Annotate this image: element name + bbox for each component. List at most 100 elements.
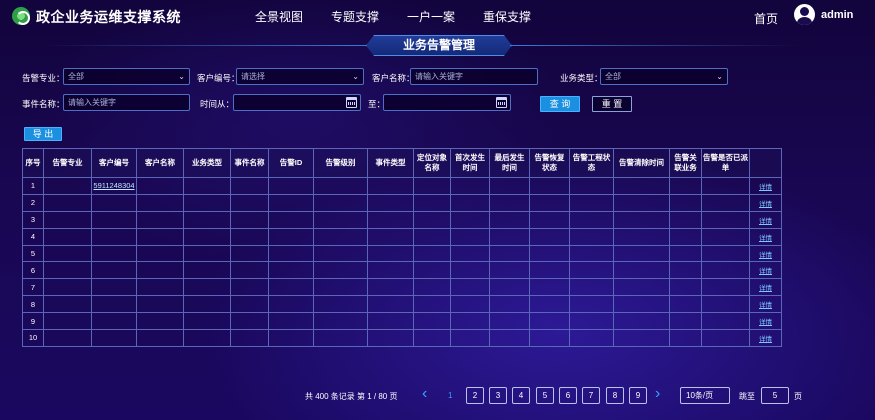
time-to-input[interactable] bbox=[383, 94, 511, 111]
table-cell bbox=[183, 177, 231, 195]
detail-link[interactable]: 详情 bbox=[759, 302, 772, 309]
table-cell bbox=[183, 329, 231, 347]
row-index: 5 bbox=[22, 244, 44, 263]
page-button[interactable]: 2 bbox=[466, 387, 484, 404]
table-row: 4 详情 bbox=[22, 227, 782, 246]
table-cell bbox=[183, 227, 231, 246]
table-cell bbox=[613, 261, 670, 280]
app-title: 政企业务运维支撑系统 bbox=[36, 9, 181, 25]
time-from-input[interactable] bbox=[233, 94, 361, 111]
reset-button[interactable]: 重 置 bbox=[592, 96, 632, 112]
page-button[interactable]: 8 bbox=[606, 387, 624, 404]
page-button[interactable]: 6 bbox=[559, 387, 577, 404]
action-cell: 详情 bbox=[749, 312, 782, 331]
goto-page-input[interactable]: 5 bbox=[761, 387, 789, 404]
detail-link[interactable]: 详情 bbox=[759, 319, 772, 326]
customer-id-cell bbox=[91, 329, 137, 347]
table-cell bbox=[569, 278, 614, 297]
table-cell bbox=[43, 312, 92, 331]
business-type-select[interactable]: 全部 ⌄ bbox=[600, 68, 728, 85]
table-cell bbox=[367, 244, 414, 263]
table-cell bbox=[268, 278, 314, 297]
detail-link[interactable]: 详情 bbox=[759, 268, 772, 275]
customer-id-select[interactable]: 请选择 ⌄ bbox=[236, 68, 364, 85]
table-cell bbox=[230, 210, 269, 229]
page-button[interactable]: 3 bbox=[489, 387, 507, 404]
table-cell bbox=[701, 193, 750, 212]
table-cell bbox=[413, 210, 451, 229]
alarm-table: 序号 告警专业 客户编号 客户名称 业务类型 事件名称 告警ID 告警级别 事件… bbox=[22, 148, 782, 347]
detail-link[interactable]: 详情 bbox=[759, 184, 772, 191]
table-cell bbox=[136, 261, 184, 280]
user-name[interactable]: admin bbox=[821, 9, 853, 21]
table-cell bbox=[313, 177, 368, 195]
page-size-select[interactable]: 10条/页 bbox=[680, 387, 730, 404]
table-cell bbox=[489, 295, 530, 314]
table-cell bbox=[43, 278, 92, 297]
table-cell bbox=[313, 227, 368, 246]
table-cell bbox=[413, 244, 451, 263]
action-cell: 详情 bbox=[749, 244, 782, 263]
table-cell bbox=[136, 312, 184, 331]
row-index: 7 bbox=[22, 278, 44, 297]
table-cell bbox=[268, 312, 314, 331]
detail-link[interactable]: 详情 bbox=[759, 235, 772, 242]
page-button[interactable]: 4 bbox=[512, 387, 530, 404]
table-cell bbox=[669, 295, 702, 314]
table-cell bbox=[268, 244, 314, 263]
page-button[interactable]: 9 bbox=[629, 387, 647, 404]
customer-id-cell bbox=[91, 278, 137, 297]
table-cell bbox=[136, 244, 184, 263]
table-cell bbox=[136, 278, 184, 297]
table-cell bbox=[669, 329, 702, 347]
table-row: 3 详情 bbox=[22, 210, 782, 229]
nav-key-support[interactable]: 重保支撑 bbox=[483, 8, 531, 25]
customer-id-cell: 5911248304 bbox=[91, 177, 137, 195]
next-page-icon[interactable]: › bbox=[655, 386, 660, 402]
chevron-down-icon: ⌄ bbox=[178, 72, 185, 81]
page-current[interactable]: 1 bbox=[448, 391, 452, 400]
detail-link[interactable]: 详情 bbox=[759, 218, 772, 225]
column-header: 定位对象名称 bbox=[413, 148, 451, 178]
table-cell bbox=[43, 227, 92, 246]
nav-customer-plan[interactable]: 一户一案 bbox=[407, 8, 455, 25]
action-cell: 详情 bbox=[749, 329, 782, 347]
business-type-label: 业务类型： bbox=[560, 73, 603, 83]
table-cell bbox=[413, 278, 451, 297]
prev-page-icon[interactable]: ‹ bbox=[422, 386, 427, 402]
export-button[interactable]: 导 出 bbox=[24, 127, 62, 141]
page-button[interactable]: 7 bbox=[582, 387, 600, 404]
nav-topic-support[interactable]: 专题支撑 bbox=[331, 8, 379, 25]
column-header: 首次发生时间 bbox=[450, 148, 490, 178]
customer-id-link[interactable]: 5911248304 bbox=[93, 181, 134, 190]
table-cell bbox=[489, 210, 530, 229]
customer-id-cell bbox=[91, 295, 137, 314]
table-body: 1 5911248304 详情 2 详情 3 详情 4 详情 5 详情 6 详情 7 详情 8 详情 9 详情 10 详… bbox=[22, 177, 782, 347]
logo-icon bbox=[12, 7, 30, 25]
alarm-specialty-select[interactable]: 全部 ⌄ bbox=[63, 68, 190, 85]
detail-link[interactable]: 详情 bbox=[759, 252, 772, 259]
nav-overview[interactable]: 全景视图 bbox=[255, 8, 303, 25]
detail-link[interactable]: 详情 bbox=[759, 201, 772, 208]
calendar-icon[interactable] bbox=[496, 97, 507, 108]
detail-link[interactable]: 详情 bbox=[759, 336, 772, 343]
detail-link[interactable]: 详情 bbox=[759, 285, 772, 292]
event-name-input[interactable]: 请输入关键字 bbox=[63, 94, 190, 111]
query-button[interactable]: 查 询 bbox=[540, 96, 580, 112]
table-cell bbox=[613, 244, 670, 263]
table-cell bbox=[367, 210, 414, 229]
column-header: 客户名称 bbox=[136, 148, 184, 178]
table-cell bbox=[669, 177, 702, 195]
column-header: 告警工程状态 bbox=[569, 148, 614, 178]
customer-name-input[interactable]: 请输入关键字 bbox=[410, 68, 538, 85]
table-cell bbox=[669, 210, 702, 229]
table-cell bbox=[613, 329, 670, 347]
table-cell bbox=[613, 193, 670, 212]
page-button[interactable]: 5 bbox=[536, 387, 554, 404]
column-header: 告警关联业务 bbox=[669, 148, 702, 178]
table-cell bbox=[450, 278, 490, 297]
calendar-icon[interactable] bbox=[346, 97, 357, 108]
action-cell: 详情 bbox=[749, 177, 782, 195]
home-link[interactable]: 首页 bbox=[754, 10, 778, 27]
avatar-icon[interactable] bbox=[794, 4, 815, 25]
